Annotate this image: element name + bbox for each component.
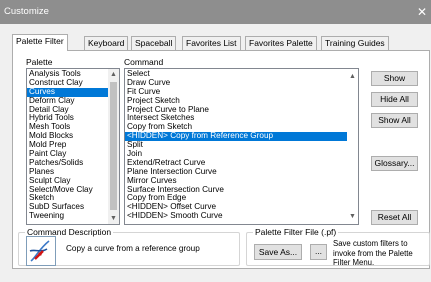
command-list-item[interactable]: Select: [125, 70, 347, 79]
palette-list-item[interactable]: Deform Clay: [27, 97, 108, 106]
palette-list-item[interactable]: Analysis Tools: [27, 70, 108, 79]
palette-list-item[interactable]: Tweening: [27, 212, 108, 221]
command-list-item[interactable]: <HIDDEN> Offset Curve: [125, 203, 347, 212]
tab-spaceball[interactable]: Spaceball: [131, 36, 177, 51]
glossary-button[interactable]: Glossary...: [371, 156, 418, 171]
command-list-item[interactable]: Mirror Curves: [125, 177, 347, 186]
palette-list-item[interactable]: Paint Clay: [27, 150, 108, 159]
command-list-item[interactable]: Extend/Retract Curve: [125, 159, 347, 168]
show-button[interactable]: Show: [371, 71, 418, 86]
command-list-item[interactable]: Project Curve to Plane: [125, 106, 347, 115]
command-list-item[interactable]: Surface Intersection Curve: [125, 186, 347, 195]
command-description-text: Copy a curve from a reference group: [66, 244, 200, 253]
palette-list-item[interactable]: Mold Blocks: [27, 132, 108, 141]
hide-all-button[interactable]: Hide All: [371, 92, 418, 107]
palette-list[interactable]: Analysis Tools Construct Clay Curves Deform…: [26, 68, 120, 225]
title-bar: Customize ✕: [0, 0, 431, 24]
palette-list-item[interactable]: Sketch: [27, 194, 108, 203]
reset-all-button[interactable]: Reset All: [371, 210, 418, 225]
tab-favorites-list[interactable]: Favorites List: [182, 36, 241, 51]
browse-button[interactable]: ...: [310, 244, 327, 260]
palette-list-item[interactable]: Mold Prep: [27, 141, 108, 150]
scroll-down-icon[interactable]: ▼: [108, 213, 119, 224]
palette-scrollbar[interactable]: ▲ ▼: [108, 69, 119, 224]
command-list-item[interactable]: Join: [125, 150, 347, 159]
palette-list-item[interactable]: Curves: [27, 87, 108, 97]
palette-filter-file-note: Save custom filters to invoke from the P…: [333, 239, 413, 268]
window-title: Customize: [4, 6, 49, 17]
command-list-item[interactable]: <HIDDEN> Smooth Curve: [125, 212, 347, 221]
save-as-button[interactable]: Save As...: [254, 244, 302, 260]
palette-list-item[interactable]: Detail Clay: [27, 106, 108, 115]
command-list-item[interactable]: Fit Curve: [125, 88, 347, 97]
palette-filter-file-title: Palette Filter File (.pf): [253, 227, 339, 237]
command-scrollbar[interactable]: ▲ ▼: [347, 69, 358, 224]
tab-palette-filter[interactable]: Palette Filter: [12, 34, 68, 51]
palette-list-item[interactable]: Hybrid Tools: [27, 114, 108, 123]
palette-list-item[interactable]: Construct Clay: [27, 79, 108, 88]
command-list-item[interactable]: Draw Curve: [125, 79, 347, 88]
command-list-item[interactable]: Copy from Edge: [125, 194, 347, 203]
curve-copy-icon: [26, 236, 56, 266]
tab-training-guides[interactable]: Training Guides: [321, 36, 389, 51]
show-all-button[interactable]: Show All: [371, 113, 418, 128]
command-list-item[interactable]: Plane Intersection Curve: [125, 168, 347, 177]
scroll-up-icon[interactable]: ▲: [347, 71, 358, 82]
command-list[interactable]: Select Draw Curve Fit Curve Project Sketch P…: [124, 68, 359, 225]
command-list-item[interactable]: Split: [125, 141, 347, 150]
palette-list-item[interactable]: Sculpt Clay: [27, 177, 108, 186]
command-list-item[interactable]: <HIDDEN> Copy from Reference Group: [125, 132, 347, 142]
palette-label: Palette: [26, 57, 53, 67]
tab-keyboard[interactable]: Keyboard: [84, 36, 129, 51]
command-list-item[interactable]: Copy from Sketch: [125, 123, 347, 132]
scroll-up-icon[interactable]: ▲: [108, 69, 119, 80]
tab-favorites-palette[interactable]: Favorites Palette: [245, 36, 317, 51]
scroll-down-icon[interactable]: ▼: [347, 211, 358, 222]
palette-list-item[interactable]: Planes: [27, 168, 108, 177]
command-list-item[interactable]: Intersect Sketches: [125, 114, 347, 123]
scroll-thumb[interactable]: [110, 82, 117, 210]
palette-list-item[interactable]: Mesh Tools: [27, 123, 108, 132]
palette-list-item[interactable]: Patches/Solids: [27, 159, 108, 168]
command-label: Command: [124, 57, 164, 67]
close-icon[interactable]: ✕: [413, 3, 431, 21]
palette-list-item[interactable]: SubD Surfaces: [27, 203, 108, 212]
palette-list-item[interactable]: Select/Move Clay: [27, 186, 108, 195]
command-list-item[interactable]: Project Sketch: [125, 97, 347, 106]
